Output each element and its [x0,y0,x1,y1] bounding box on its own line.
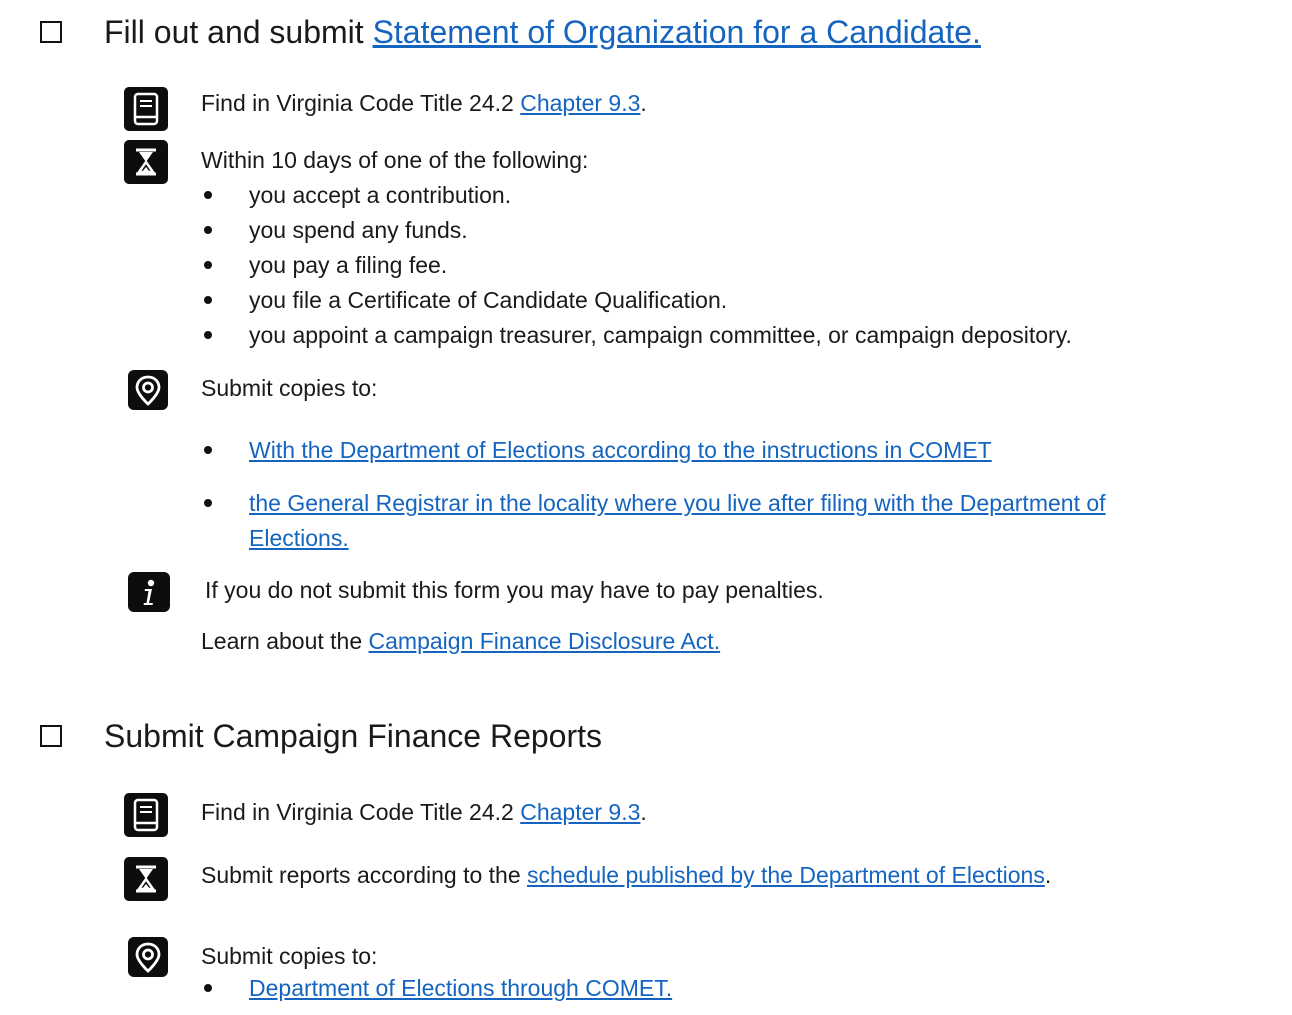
section-heading-statement: Fill out and submit Statement of Organiz… [104,12,981,52]
code-reference-text: Find in Virginia Code Title 24.2 [201,799,521,825]
schedule-reference: Submit reports according to the schedule… [201,860,1051,890]
deadline-item: you file a Certificate of Candidate Qual… [249,287,728,313]
task-checkbox-finance-reports[interactable] [40,725,62,747]
submit-copies-intro: Submit copies to: [201,375,378,401]
task-checkbox-statement[interactable] [40,21,62,43]
info-icon [128,572,170,612]
book-icon [124,87,168,131]
deadline-item: you accept a contribution. [249,182,512,208]
department-of-elections-comet-link[interactable]: With the Department of Elections accordi… [249,435,992,465]
general-registrar-link-continued[interactable]: Elections. [249,523,349,553]
heading-text: Fill out and submit [104,14,373,50]
learn-about: Learn about the Campaign Finance Disclos… [201,626,720,656]
bullet [204,296,212,304]
bullet [204,499,212,507]
bullet [204,226,212,234]
department-of-elections-comet-link[interactable]: Department of Elections through COMET. [249,973,672,1003]
bullet [204,984,212,992]
book-icon [124,793,168,837]
bullet [204,261,212,269]
bullet [204,331,212,339]
section-heading-finance-reports: Submit Campaign Finance Reports [104,718,603,754]
code-reference-period: . [640,90,647,116]
code-reference: Find in Virginia Code Title 24.2 Chapter… [201,88,647,118]
chapter-link[interactable]: Chapter 9.3 [520,799,640,825]
chapter-link[interactable]: Chapter 9.3 [520,90,640,116]
schedule-link[interactable]: schedule published by the Department of … [527,862,1045,888]
code-reference-text: Find in Virginia Code Title 24.2 [201,90,521,116]
deadline-item: you appoint a campaign treasurer, campai… [249,322,1072,348]
general-registrar-link[interactable]: the General Registrar in the locality wh… [249,488,1106,518]
schedule-text: Submit reports according to the [201,862,527,888]
code-reference: Find in Virginia Code Title 24.2 Chapter… [201,797,647,827]
bullet [204,446,212,454]
location-pin-icon [128,370,168,410]
penalty-notice: If you do not submit this form you may h… [205,577,824,603]
deadline-item: you pay a filing fee. [249,252,448,278]
deadline-intro: Within 10 days of one of the following: [201,147,589,173]
campaign-finance-disclosure-act-link[interactable]: Campaign Finance Disclosure Act. [369,628,721,654]
bullet [204,191,212,199]
learn-about-text: Learn about the [201,628,369,654]
statement-of-organization-link[interactable]: Statement of Organization for a Candidat… [373,14,981,50]
hourglass-icon [124,140,168,184]
submit-copies-intro: Submit copies to: [201,943,378,969]
location-pin-icon [128,937,168,977]
hourglass-icon [124,857,168,901]
deadline-item: you spend any funds. [249,217,468,243]
code-reference-period: . [640,799,647,825]
schedule-period: . [1044,862,1052,888]
